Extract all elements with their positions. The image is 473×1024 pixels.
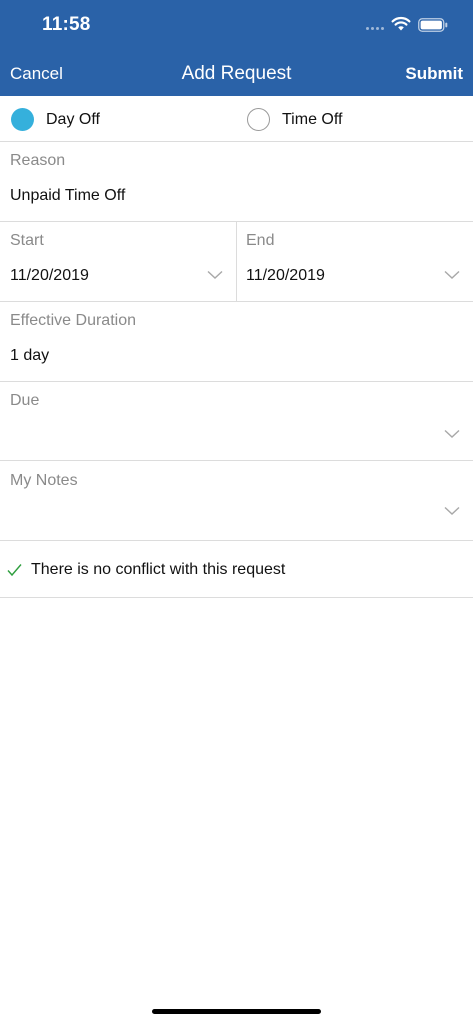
end-value: 11/20/2019 [246, 267, 325, 284]
cellular-signal-icon [366, 27, 384, 30]
battery-icon [418, 18, 448, 32]
end-label: End [246, 232, 275, 249]
time-off-radio[interactable] [247, 108, 270, 131]
page-title: Add Request [181, 63, 292, 84]
due-label: Due [10, 392, 40, 409]
submit-button[interactable]: Submit [405, 64, 463, 84]
conflict-status-row: There is no conflict with this request [0, 541, 473, 598]
cancel-button[interactable]: Cancel [10, 64, 63, 84]
effective-duration-field: Effective Duration 1 day [0, 302, 473, 382]
due-field[interactable]: Due [0, 382, 473, 461]
reason-field[interactable]: Reason Unpaid Time Off [0, 142, 473, 222]
time-off-option[interactable]: Time Off [236, 96, 473, 142]
notes-field[interactable]: My Notes [0, 461, 473, 541]
wifi-icon [391, 16, 411, 31]
notes-label: My Notes [10, 472, 78, 489]
checkmark-icon [7, 564, 22, 577]
day-off-label: Day Off [46, 111, 100, 128]
start-label: Start [10, 232, 44, 249]
effective-duration-value: 1 day [10, 347, 50, 364]
chevron-down-icon [207, 270, 223, 279]
chevron-down-icon [444, 429, 460, 438]
home-indicator[interactable] [152, 1009, 321, 1014]
chevron-down-icon [444, 270, 460, 279]
start-value: 11/20/2019 [10, 267, 89, 284]
reason-label: Reason [10, 152, 66, 169]
day-off-radio[interactable] [11, 108, 34, 131]
conflict-message: There is no conflict with this request [31, 561, 286, 578]
start-date-field[interactable]: Start 11/20/2019 [0, 222, 236, 301]
day-off-option[interactable]: Day Off [0, 96, 236, 142]
reason-value: Unpaid Time Off [10, 187, 126, 204]
effective-duration-label: Effective Duration [10, 312, 136, 329]
status-time: 11:58 [42, 14, 91, 35]
time-off-label: Time Off [282, 111, 343, 128]
end-date-field[interactable]: End 11/20/2019 [237, 222, 473, 301]
header-bar: 11:58 Cancel Add Request Submit [0, 0, 473, 96]
chevron-down-icon [444, 506, 460, 515]
